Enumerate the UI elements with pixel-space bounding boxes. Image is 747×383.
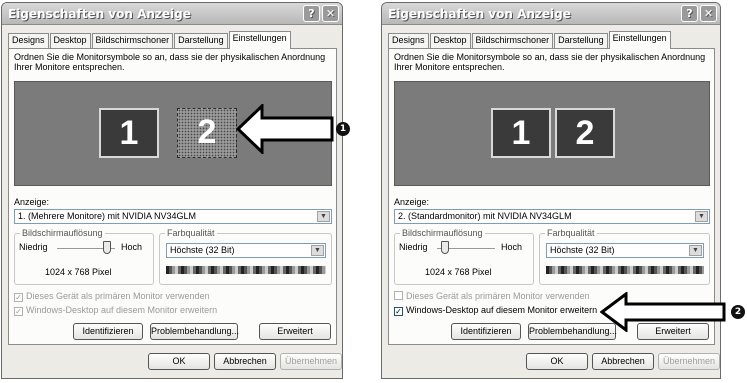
color-quality-group-title: Farbqualität [545,228,597,238]
resolution-group-title: Bildschirmauflösung [20,228,105,238]
extend-desktop-checkbox[interactable]: ✓ Windows-Desktop auf diesem Monitor erwe… [14,305,217,316]
checkbox-checked-icon: ✓ [14,293,23,302]
primary-monitor-label: Dieses Gerät als primären Monitor verwen… [26,291,210,301]
display-select-value: 1. (Mehrere Monitore) mit NVIDIA NV34GLM [18,211,197,221]
callout-arrow-left-icon [600,292,726,332]
display-select[interactable]: 2. (Standardmonitor) mit NVIDIA NV34GLM … [394,209,710,224]
cancel-button[interactable]: Abbrechen [592,353,654,370]
identify-button[interactable]: Identifizieren [451,323,521,340]
extend-desktop-label: Windows-Desktop auf diesem Monitor erwei… [26,305,218,315]
tab-appearance[interactable]: Darstellung [174,33,228,48]
checkbox-unchecked-icon [394,291,403,300]
instruction-text: Ordnen Sie die Monitorsymbole so an, das… [14,52,326,72]
display-select-value: 2. (Standardmonitor) mit NVIDIA NV34GLM [398,211,572,221]
color-quality-group-title: Farbqualität [165,228,217,238]
resolution-low-label: Niedrig [19,242,48,252]
monitor-1-icon[interactable]: 1 [491,108,551,158]
ok-button[interactable]: OK [526,353,588,370]
resolution-slider-thumb[interactable] [103,241,111,254]
cancel-button[interactable]: Abbrechen [214,353,276,370]
apply-button[interactable]: Übernehmen [280,353,342,370]
chevron-down-icon: ▼ [311,245,324,256]
tab-bar: Designs Desktop Bildschirmschoner Darste… [8,31,292,49]
chevron-down-icon: ▼ [317,211,330,222]
resolution-group-title: Bildschirmauflösung [400,228,485,238]
title-bar[interactable]: Eigenschaften von Anzeige ? ✕ [382,3,720,25]
color-preview-bar [546,266,704,274]
tab-bar: Designs Desktop Bildschirmschoner Darste… [388,31,672,49]
color-quality-select[interactable]: Höchste (32 Bit) ▼ [546,243,704,258]
display-label: Anzeige: [394,197,430,207]
close-button[interactable]: ✕ [700,5,717,22]
checkbox-checked-icon: ✓ [14,307,23,316]
checkbox-checked-icon: ✓ [394,307,403,316]
color-quality-value: Höchste (32 Bit) [550,245,615,255]
window-title: Eigenschaften von Anzeige [8,7,191,21]
color-quality-group: Farbqualität Höchste (32 Bit) ▼ [159,228,332,285]
monitor-1-icon[interactable]: 1 [99,108,159,158]
monitor-2-icon[interactable]: 2 [555,108,615,158]
callout-arrow-left-icon [236,104,334,154]
settings-panel: Ordnen Sie die Monitorsymbole so an, das… [8,48,337,345]
display-properties-dialog-1: Eigenschaften von Anzeige ? ✕ Designs De… [1,2,343,379]
monitor-2-icon[interactable]: 2 [177,108,237,158]
close-button[interactable]: ✕ [322,5,339,22]
monitor-arrangement-area: 1 2 [394,81,710,186]
tab-designs[interactable]: Designs [388,33,429,48]
tab-desktop[interactable]: Desktop [49,33,91,48]
title-bar[interactable]: Eigenschaften von Anzeige ? ✕ [2,3,342,25]
troubleshoot-button[interactable]: Problembehandlung... [150,323,239,340]
identify-button[interactable]: Identifizieren [73,323,143,340]
help-button[interactable]: ? [681,5,698,22]
resolution-slider-thumb[interactable] [441,241,449,254]
color-quality-select[interactable]: Höchste (32 Bit) ▼ [166,243,326,258]
tab-screensaver[interactable]: Bildschirmschoner [471,33,554,48]
chevron-down-icon: ▼ [689,245,702,256]
display-label: Anzeige: [14,197,50,207]
color-quality-value: Höchste (32 Bit) [170,245,235,255]
resolution-value: 1024 x 768 Pixel [45,267,112,277]
tab-designs[interactable]: Designs [8,33,49,48]
tab-appearance[interactable]: Darstellung [554,33,608,48]
instruction-text: Ordnen Sie die Monitorsymbole so an, das… [394,52,706,72]
resolution-value: 1024 x 768 Pixel [425,267,492,277]
chevron-down-icon: ▼ [695,211,708,222]
ok-button[interactable]: OK [148,353,210,370]
help-button[interactable]: ? [303,5,320,22]
apply-button[interactable]: Übernehmen [658,353,720,370]
extend-desktop-checkbox[interactable]: ✓ Windows-Desktop auf diesem Monitor erwe… [394,305,597,316]
primary-monitor-label: Dieses Gerät als primären Monitor verwen… [406,291,590,301]
tab-screensaver[interactable]: Bildschirmschoner [91,33,174,48]
resolution-high-label: Hoch [121,242,143,252]
primary-monitor-checkbox[interactable]: Dieses Gerät als primären Monitor verwen… [394,291,590,301]
tab-desktop[interactable]: Desktop [429,33,471,48]
callout-badge-1: 1 [336,122,350,136]
tab-settings[interactable]: Einstellungen [228,31,291,49]
tab-settings[interactable]: Einstellungen [608,31,671,49]
callout-badge-2: 2 [731,305,745,319]
resolution-high-label: Hoch [501,242,523,252]
window-title: Eigenschaften von Anzeige [388,7,571,21]
resolution-group: Bildschirmauflösung Niedrig Hoch 1024 x … [394,228,534,285]
advanced-button[interactable]: Erweitert [259,323,331,340]
primary-monitor-checkbox[interactable]: ✓ Dieses Gerät als primären Monitor verwe… [14,291,210,302]
color-preview-bar [166,266,326,274]
color-quality-group: Farbqualität Höchste (32 Bit) ▼ [539,228,710,285]
extend-desktop-label: Windows-Desktop auf diesem Monitor erwei… [406,305,598,315]
resolution-low-label: Niedrig [399,242,428,252]
resolution-group: Bildschirmauflösung Niedrig Hoch 1024 x … [14,228,154,285]
display-select[interactable]: 1. (Mehrere Monitore) mit NVIDIA NV34GLM… [14,209,332,224]
